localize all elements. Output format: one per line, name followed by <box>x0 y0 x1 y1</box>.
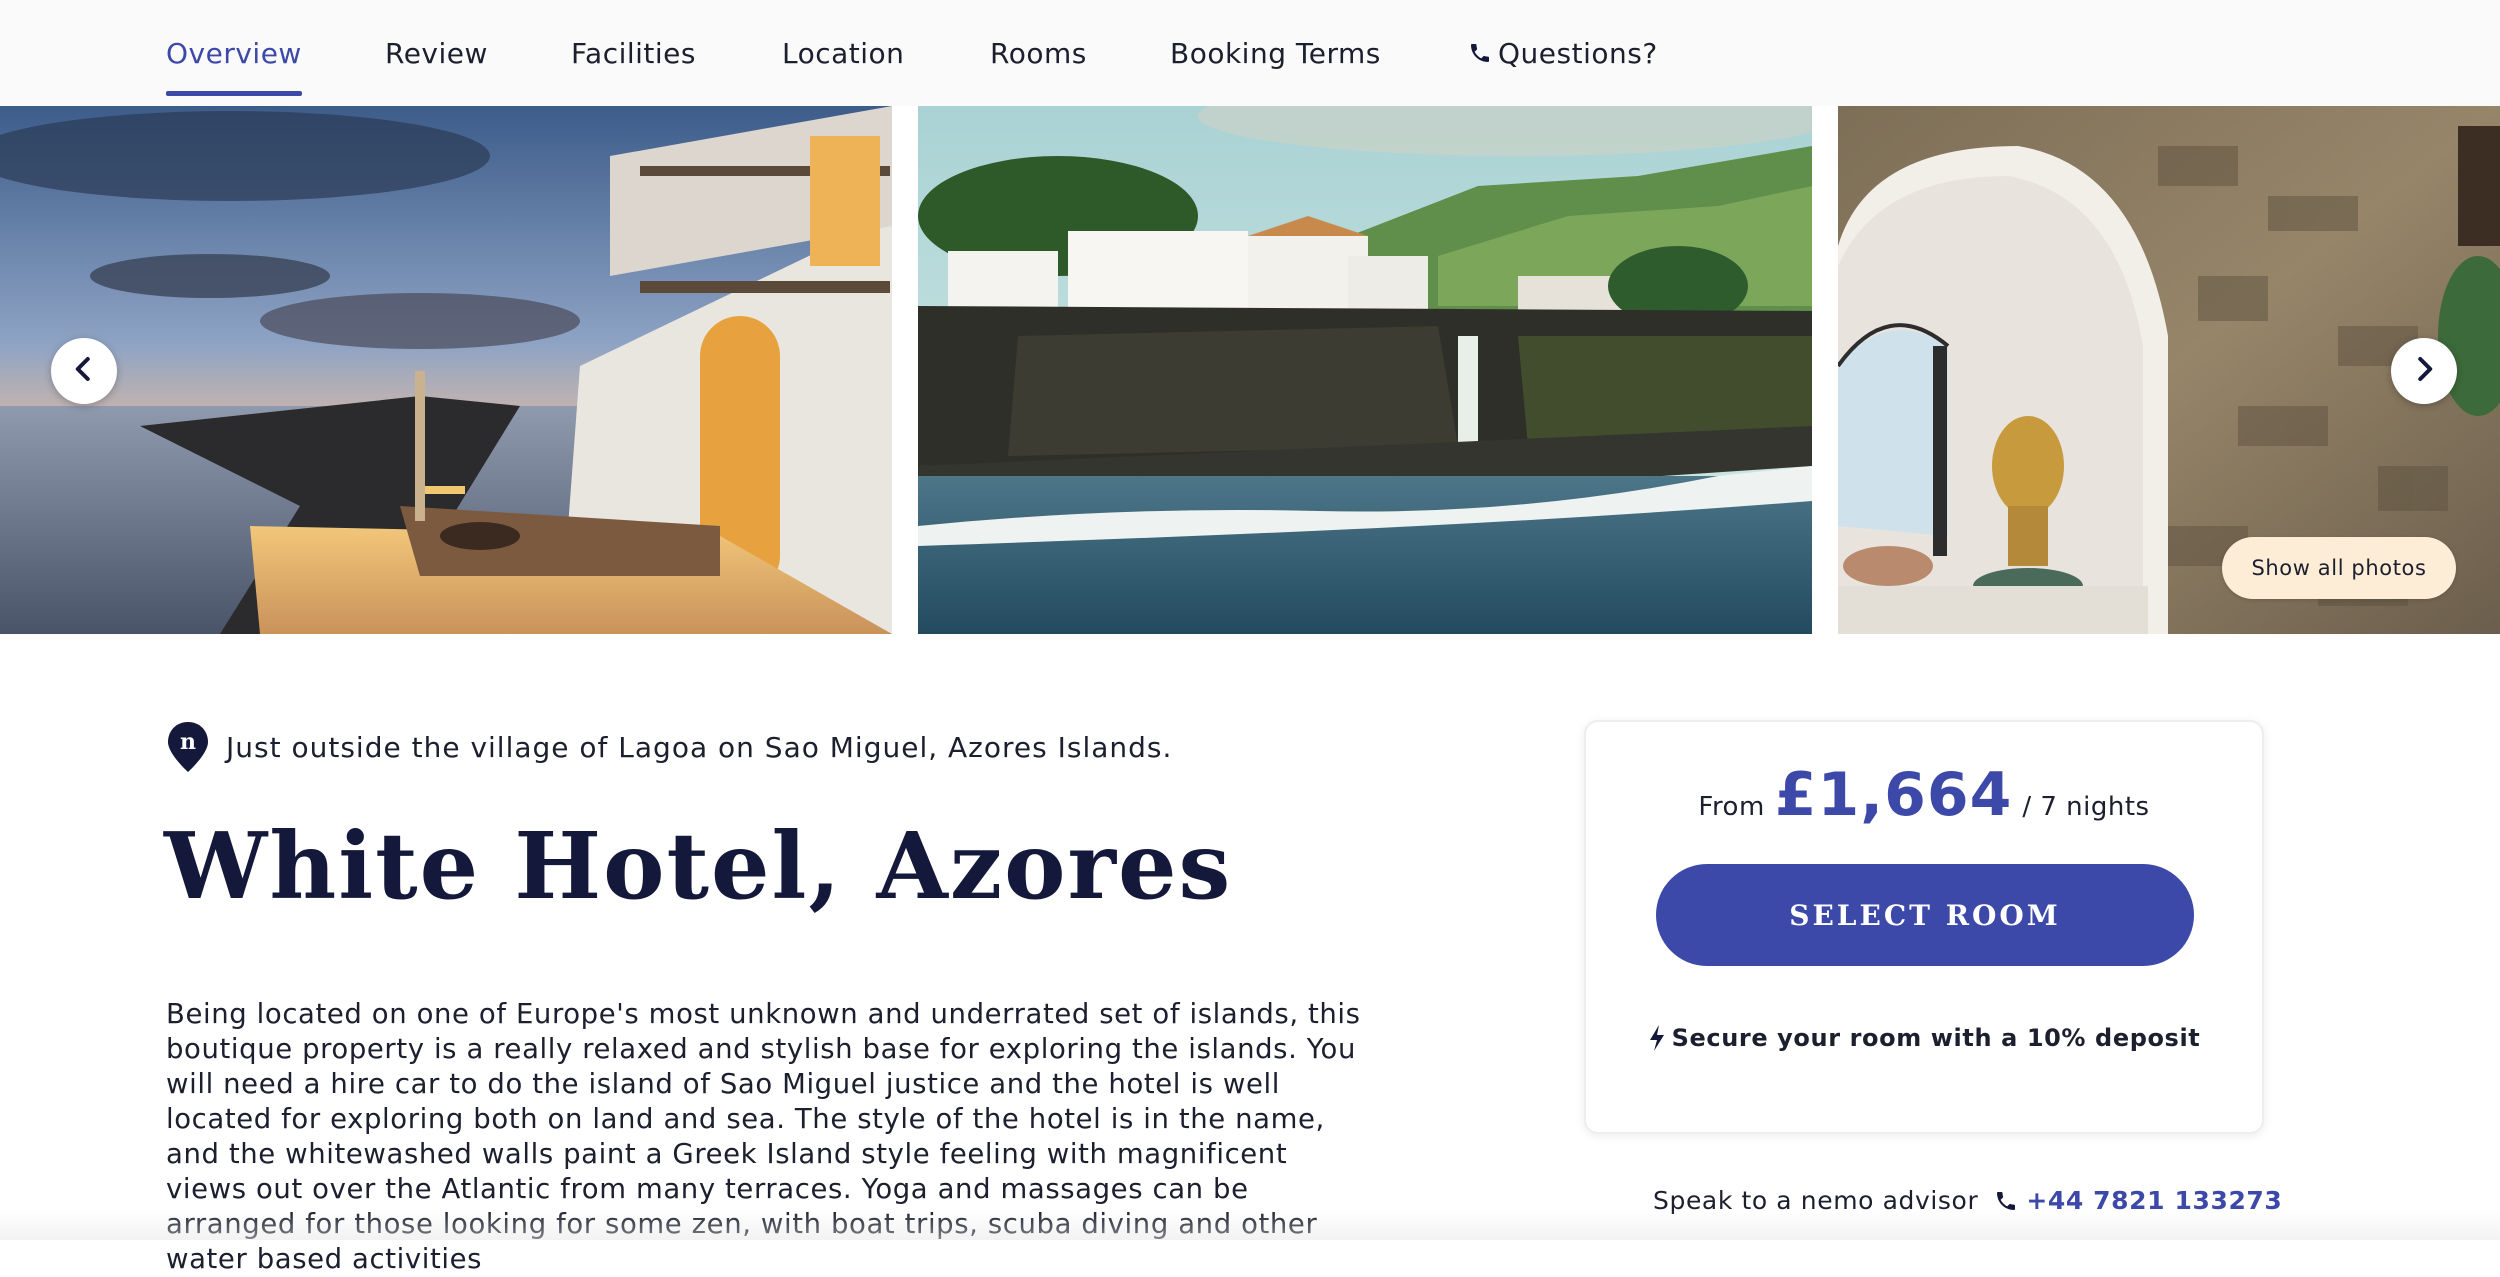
tab-questions[interactable]: Questions? <box>1468 0 1658 106</box>
gallery-photo-terrace[interactable] <box>0 106 892 634</box>
tab-booking-terms[interactable]: Booking Terms <box>1170 0 1381 106</box>
tab-label: Rooms <box>990 36 1087 70</box>
show-all-photos-button[interactable]: Show all photos <box>2222 537 2456 599</box>
chevron-left-icon <box>69 354 99 388</box>
tab-label: Location <box>782 36 905 70</box>
tab-label: Overview <box>166 36 302 70</box>
photo-gallery: Show all photos <box>0 106 2500 634</box>
location-row: n Just outside the village of Lagoa on S… <box>166 720 1172 774</box>
gallery-next-button[interactable] <box>2391 338 2457 404</box>
phone-icon <box>1994 1189 2018 1213</box>
active-tab-indicator <box>166 91 302 96</box>
deposit-text: Secure your room with a 10% deposit <box>1671 1024 2201 1052</box>
lightning-bolt-icon <box>1648 1024 1666 1052</box>
phone-icon <box>1468 41 1492 65</box>
select-room-button[interactable]: SELECT ROOM <box>1656 864 2194 966</box>
chevron-right-icon <box>2409 354 2439 388</box>
price-from-label: From <box>1698 792 1765 822</box>
price-row: From £1,664 / 7 nights <box>1586 760 2262 830</box>
map-pin-icon: n <box>166 720 210 774</box>
tab-label: Questions? <box>1498 36 1658 70</box>
tab-overview[interactable]: Overview <box>166 0 302 106</box>
tab-label: Review <box>385 36 488 70</box>
tab-label: Booking Terms <box>1170 36 1381 70</box>
tab-label: Facilities <box>571 36 696 70</box>
tab-review[interactable]: Review <box>385 0 488 106</box>
hotel-title: White Hotel, Azores <box>164 812 1233 920</box>
booking-card: From £1,664 / 7 nights SELECT ROOM Secur… <box>1584 720 2264 1134</box>
tab-rooms[interactable]: Rooms <box>990 0 1087 106</box>
price-nights: / 7 nights <box>2022 792 2150 822</box>
bottom-fade <box>0 1210 2500 1240</box>
gallery-prev-button[interactable] <box>51 338 117 404</box>
gallery-photo-cliffs[interactable] <box>918 106 1812 634</box>
svg-text:n: n <box>180 729 196 755</box>
tab-location[interactable]: Location <box>782 0 904 106</box>
price-amount: £1,664 <box>1774 760 2013 830</box>
section-nav: Overview Review Facilities Location Room… <box>0 0 2500 107</box>
deposit-note: Secure your room with a 10% deposit <box>1586 1024 2262 1052</box>
location-text: Just outside the village of Lagoa on Sao… <box>226 730 1173 764</box>
tab-facilities[interactable]: Facilities <box>571 0 696 106</box>
